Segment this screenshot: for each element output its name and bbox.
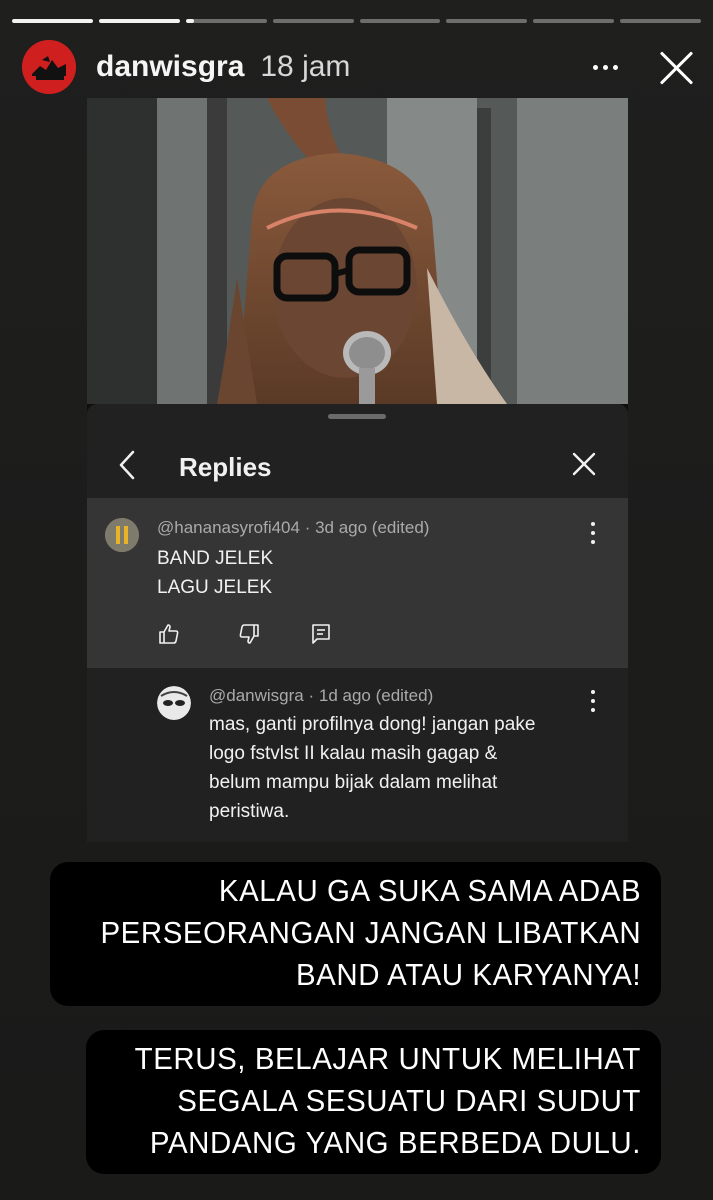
dislike-icon[interactable] bbox=[237, 622, 261, 646]
back-chevron-icon[interactable] bbox=[115, 448, 143, 482]
close-icon[interactable] bbox=[655, 46, 697, 88]
like-icon[interactable] bbox=[157, 622, 181, 646]
video-thumbnail-image bbox=[87, 98, 628, 404]
replies-title: Replies bbox=[179, 452, 272, 482]
youtube-screenshot: Replies @hananasyrofi404 · 3d ago (edite… bbox=[87, 98, 628, 842]
story-timestamp: 18 jam bbox=[260, 50, 351, 83]
comment-text: BAND JELEK LAGU JELEK bbox=[157, 548, 274, 598]
reply-meta: · 1d ago (edited) bbox=[308, 686, 434, 705]
reply-more-icon[interactable] bbox=[586, 690, 600, 712]
close-icon[interactable] bbox=[570, 450, 598, 478]
story-username[interactable]: danwisgra bbox=[96, 50, 244, 84]
story-header: danwisgra 18 jam bbox=[22, 40, 697, 94]
caption-line: PERSEORANGAN JANGAN LIBATKAN bbox=[100, 915, 641, 950]
caption-block: KALAU GA SUKA SAMA ADAB PERSEORANGAN JAN… bbox=[49, 862, 661, 1006]
profile-avatar[interactable] bbox=[22, 40, 76, 94]
progress-segment bbox=[359, 19, 441, 23]
progress-segment bbox=[12, 19, 93, 23]
progress-segment-current bbox=[185, 19, 267, 23]
caption-line: SEGALA SESUATU DARI SUDUT bbox=[177, 1083, 641, 1118]
comment-handle[interactable]: @hananasyrofi404 bbox=[157, 518, 300, 537]
replier-avatar[interactable] bbox=[157, 686, 191, 720]
drag-handle[interactable] bbox=[328, 414, 386, 419]
reply-icon[interactable] bbox=[309, 622, 333, 646]
reply-text: mas, ganti profilnya dong! jangan pake l… bbox=[209, 714, 536, 822]
progress-segment bbox=[620, 19, 701, 23]
reply-item: @danwisgra · 1d ago (edited) mas, ganti … bbox=[87, 668, 628, 842]
caption-block: TERUS, BELAJAR UNTUK MELIHAT SEGALA SESU… bbox=[86, 1030, 661, 1174]
video-frame bbox=[87, 98, 628, 404]
comment-item: @hananasyrofi404 · 3d ago (edited) BAND … bbox=[87, 498, 628, 668]
progress-segment bbox=[98, 19, 180, 23]
commenter-avatar[interactable] bbox=[105, 518, 139, 552]
caption-line: KALAU GA SUKA SAMA ADAB bbox=[218, 873, 641, 908]
comment-more-icon[interactable] bbox=[586, 522, 600, 544]
replies-header: Replies bbox=[87, 434, 628, 498]
progress-segment bbox=[533, 19, 615, 23]
caption-line: TERUS, BELAJAR UNTUK MELIHAT bbox=[134, 1041, 641, 1076]
progress-segment bbox=[446, 19, 528, 23]
replies-sheet: Replies @hananasyrofi404 · 3d ago (edite… bbox=[87, 404, 628, 842]
story-progress-bar bbox=[12, 19, 701, 23]
comment-meta: · 3d ago (edited) bbox=[304, 518, 430, 537]
progress-segment bbox=[272, 19, 354, 23]
more-horizontal-icon[interactable] bbox=[585, 47, 625, 87]
avatar-logo-icon bbox=[22, 40, 76, 94]
caption-line: PANDANG YANG BERBEDA DULU. bbox=[149, 1125, 641, 1160]
reply-handle[interactable]: @danwisgra bbox=[209, 686, 304, 705]
caption-line: BAND ATAU KARYANYA! bbox=[295, 957, 641, 992]
